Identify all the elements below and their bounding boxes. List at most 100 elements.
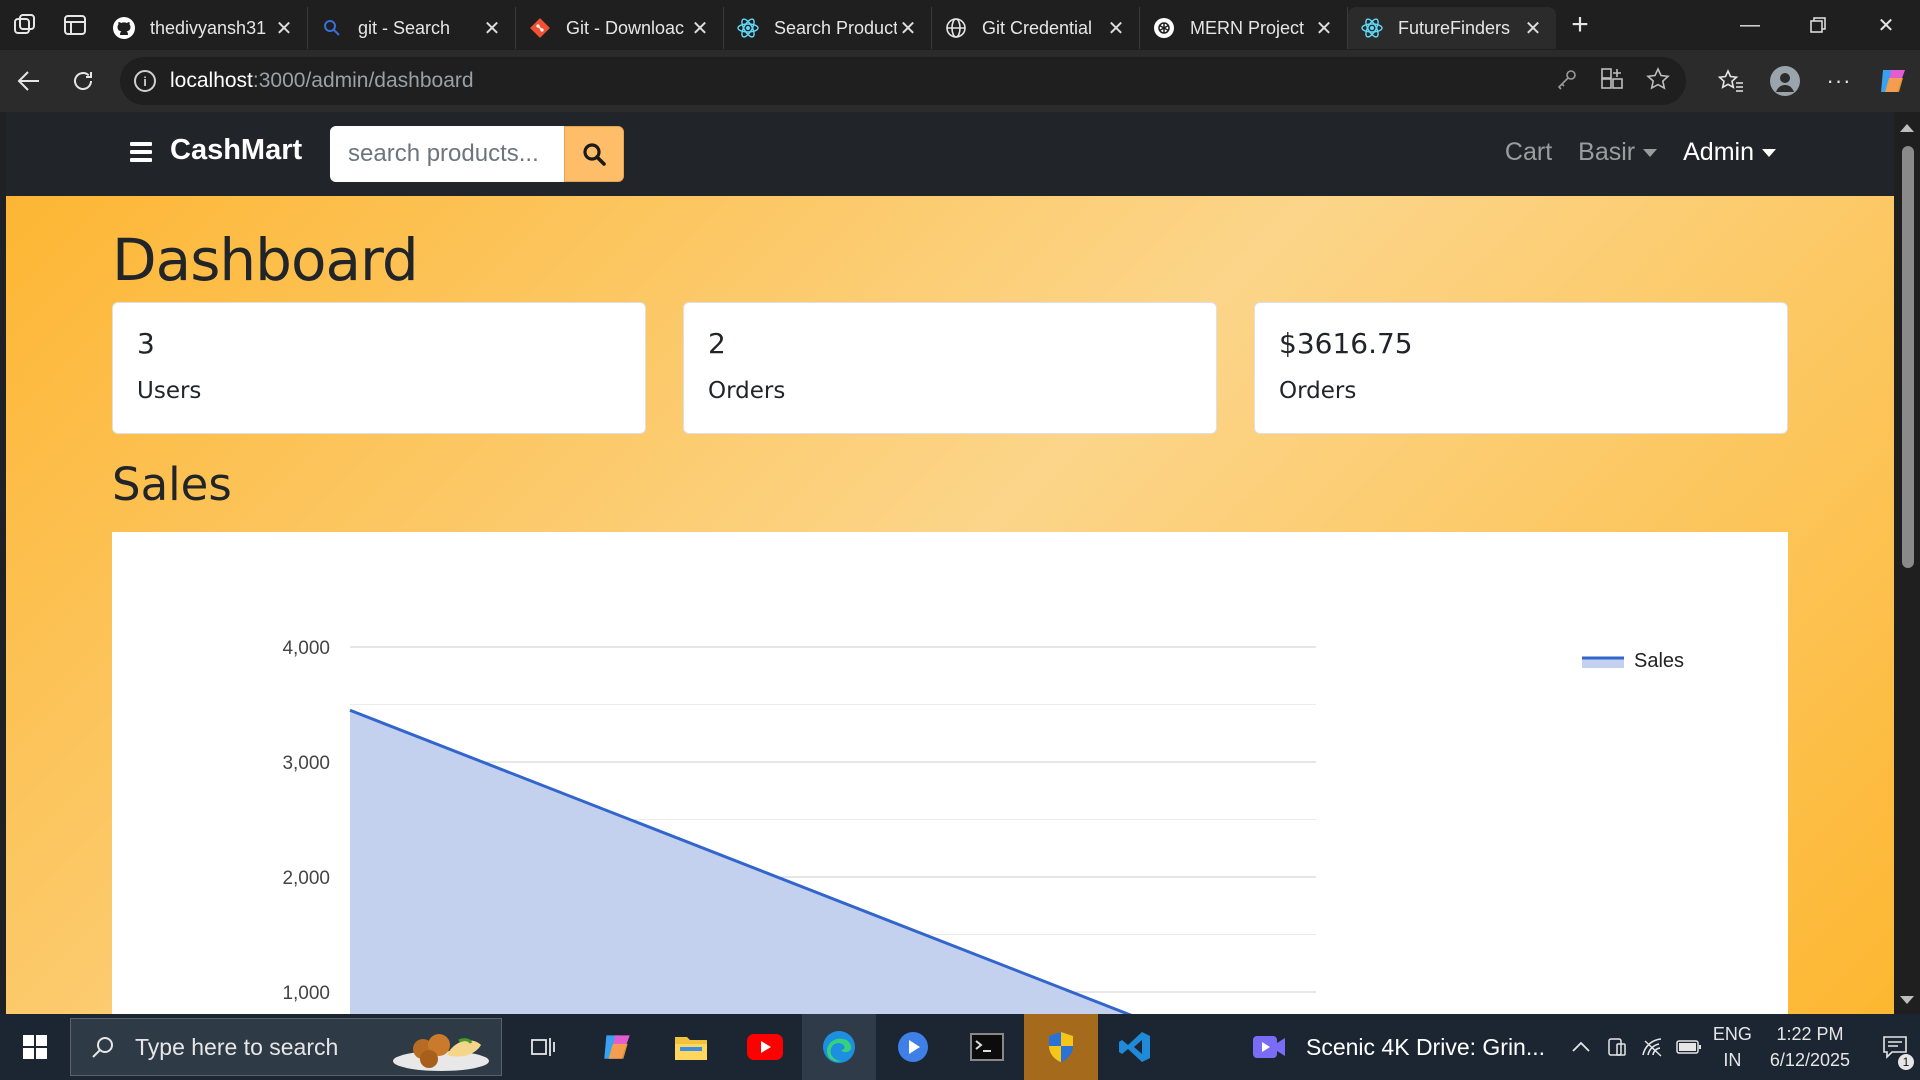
nav-links: Cart Basir Admin (1505, 138, 1776, 167)
file-explorer-icon[interactable] (654, 1014, 728, 1080)
card-value: 3 (137, 327, 155, 360)
system-tray: ENG IN 1:22 PM 6/12/2025 1 (1563, 1014, 1920, 1080)
tab-actions-icon[interactable] (50, 0, 100, 50)
tab-title: thedivyansh31 (150, 17, 267, 38)
brand-logo[interactable]: CashMart (170, 134, 302, 167)
page-title: Dashboard (112, 226, 419, 294)
user-dropdown[interactable]: Basir (1578, 138, 1658, 167)
close-tab-icon[interactable]: ✕ (273, 16, 295, 41)
users-card: 3 Users (112, 302, 646, 434)
media-widget[interactable]: Scenic 4K Drive: Grin... (1252, 1014, 1545, 1080)
tab-git-downloads[interactable]: Git - Downloac ✕ (516, 7, 724, 49)
favorite-star-icon[interactable] (1646, 66, 1670, 96)
search-input[interactable] (330, 126, 564, 182)
address-bar[interactable]: i localhost:3000/admin/dashboard (120, 57, 1686, 105)
security-shield-icon[interactable] (1024, 1014, 1098, 1080)
url-host: localhost (170, 69, 253, 92)
close-tab-icon[interactable]: ✕ (1313, 16, 1335, 41)
sales-title: Sales (112, 458, 232, 511)
site-info-icon[interactable]: i (134, 70, 156, 92)
tab-git-credential[interactable]: Git Credential ✕ (932, 7, 1140, 49)
tab-search-products[interactable]: Search Product ✕ (724, 7, 932, 49)
windows-start-icon[interactable] (0, 1014, 70, 1080)
close-tab-icon[interactable]: ✕ (1522, 16, 1544, 41)
git-icon (528, 16, 552, 40)
scrollbar-thumb[interactable] (1902, 146, 1914, 568)
react-icon (1360, 16, 1384, 40)
close-tab-icon[interactable]: ✕ (897, 16, 919, 41)
lang-line1: ENG (1712, 1024, 1752, 1044)
sales-chart-svg: 01,0002,0003,0004,000Sales (282, 638, 1684, 1014)
card-value: $3616.75 (1279, 327, 1413, 360)
browser-right-icons: ··· (1704, 50, 1920, 112)
search-icon (320, 16, 344, 40)
back-icon[interactable] (2, 56, 56, 106)
cart-link[interactable]: Cart (1505, 138, 1552, 167)
favorites-icon[interactable] (1704, 56, 1758, 106)
tab-git-search[interactable]: git - Search ✕ (308, 7, 516, 49)
card-label: Orders (1279, 378, 1357, 404)
taskbar-search[interactable]: Type here to search (70, 1018, 502, 1076)
video-app-icon (1253, 1036, 1285, 1058)
vscode-icon[interactable] (1098, 1014, 1172, 1080)
url-text[interactable]: localhost:3000/admin/dashboard (170, 69, 474, 93)
restore-icon[interactable] (1784, 0, 1852, 50)
close-window-icon[interactable]: ✕ (1852, 0, 1920, 50)
react-icon (736, 16, 760, 40)
youtube-icon[interactable] (728, 1014, 802, 1080)
workspaces-icon[interactable] (0, 0, 50, 50)
openai-icon (1152, 16, 1176, 40)
clock-time: 1:22 PM (1776, 1024, 1844, 1044)
minimize-icon[interactable]: — (1716, 0, 1784, 50)
close-tab-icon[interactable]: ✕ (1105, 16, 1127, 41)
url-path: :3000/admin/dashboard (252, 69, 474, 92)
more-options-icon[interactable]: ··· (1812, 56, 1866, 106)
language-indicator[interactable]: ENG IN (1713, 1021, 1752, 1073)
window-controls: — ✕ (1716, 0, 1920, 50)
menu-icon[interactable] (130, 142, 152, 162)
scroll-down-icon[interactable] (1900, 996, 1914, 1004)
lang-line2: IN (1723, 1050, 1742, 1070)
page-scrollbar[interactable] (1894, 112, 1920, 1014)
profile-avatar[interactable] (1758, 56, 1812, 106)
media-player-icon[interactable] (876, 1014, 950, 1080)
terminal-icon[interactable] (950, 1014, 1024, 1080)
reload-icon[interactable] (56, 56, 110, 106)
tab-title: FutureFinders (1398, 17, 1511, 38)
tab-title: Git Credential (982, 17, 1093, 38)
food-plate-icon (393, 1034, 489, 1071)
browser-tab-bar: thedivyansh31 ✕ git - Search ✕ Git - Dow… (0, 0, 1920, 50)
edge-browser-icon[interactable] (802, 1014, 876, 1080)
clock-date: 6/12/2025 (1769, 1050, 1850, 1070)
card-label: Orders (708, 378, 786, 404)
close-tab-icon[interactable]: ✕ (481, 16, 503, 41)
card-label: Users (137, 378, 202, 404)
tab-mern-project[interactable]: MERN Project ✕ (1140, 7, 1348, 49)
search-icon (583, 143, 606, 166)
key-icon[interactable] (1556, 68, 1578, 95)
new-tab-icon[interactable]: + (1556, 4, 1604, 46)
copilot-icon[interactable] (1866, 56, 1920, 106)
task-view-icon[interactable] (506, 1014, 580, 1080)
admin-dropdown[interactable]: Admin (1683, 138, 1776, 167)
scroll-up-icon[interactable] (1900, 124, 1914, 132)
search-icon (92, 1037, 113, 1058)
wifi-icon[interactable] (1635, 1037, 1671, 1057)
notification-center-icon[interactable]: 1 (1870, 1014, 1920, 1080)
legend-label: Sales (1634, 650, 1684, 672)
device-icon[interactable] (1599, 1037, 1635, 1057)
tab-github[interactable]: thedivyansh31 ✕ (100, 7, 308, 49)
app-navbar: CashMart Cart Basir Admin (6, 112, 1894, 196)
chevron-up-icon[interactable] (1563, 1041, 1599, 1053)
clock[interactable]: 1:22 PM 6/12/2025 (1770, 1021, 1850, 1073)
user-dropdown-label: Basir (1578, 138, 1636, 166)
tab-title: git - Search (358, 17, 451, 38)
copilot-app-icon[interactable] (580, 1014, 654, 1080)
search-button[interactable] (564, 126, 624, 182)
battery-icon[interactable] (1671, 1039, 1707, 1055)
tab-futurefinders[interactable]: FutureFinders ✕ (1348, 7, 1556, 49)
app-available-icon[interactable] (1600, 67, 1624, 96)
close-tab-icon[interactable]: ✕ (689, 16, 711, 41)
taskbar-search-placeholder: Type here to search (135, 1033, 339, 1060)
sales-chart: 01,0002,0003,0004,000Sales (112, 532, 1788, 1014)
